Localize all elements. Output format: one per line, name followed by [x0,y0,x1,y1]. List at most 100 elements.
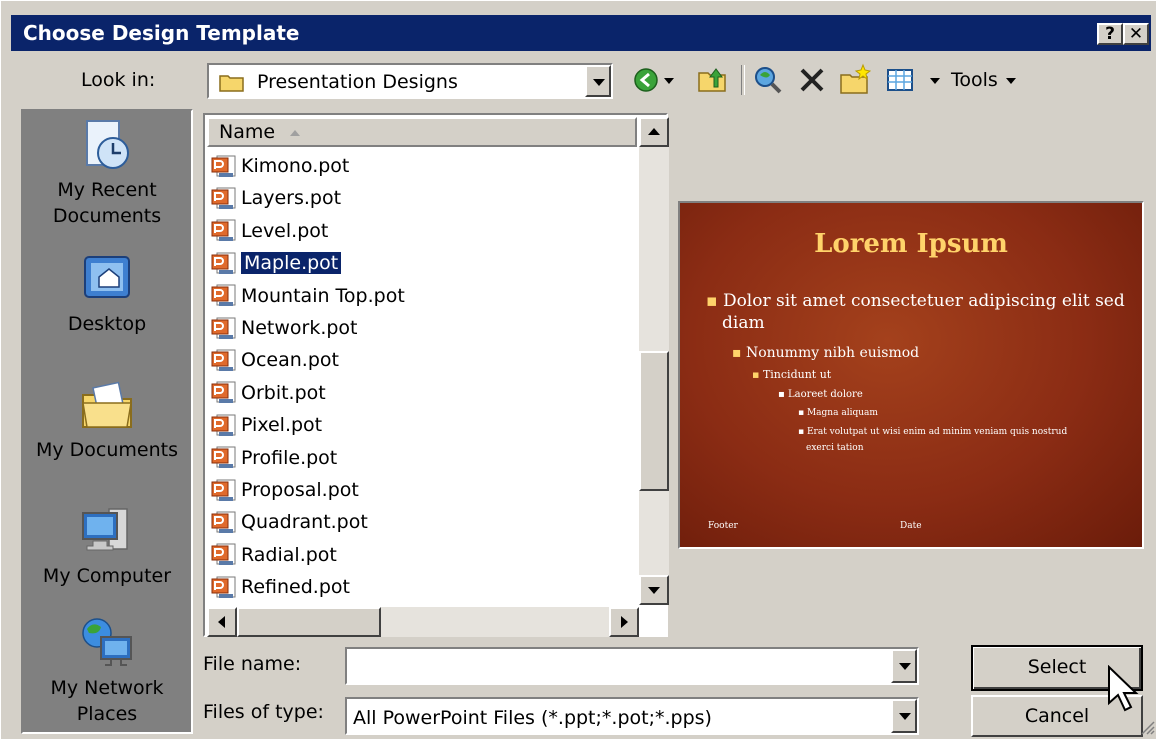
file-name: Network.pot [241,317,358,339]
preview-bullet-3: ▪ Tincidunt ut [752,368,832,381]
scroll-down-button[interactable] [639,575,669,605]
template-preview: Lorem Ipsum ▪ Dolor sit amet consectetue… [678,201,1144,549]
file-name-label: File name: [203,653,302,675]
file-name: Proposal.pot [241,479,359,501]
files-of-type-select[interactable]: All PowerPoint Files (*.ppt;*.pot;*.pps) [345,697,919,735]
powerpoint-template-icon [211,479,236,501]
desktop-icon [84,256,130,298]
powerpoint-template-icon [211,284,236,307]
resize-grip-icon[interactable] [1139,719,1155,735]
select-button-label: Select [1027,656,1087,678]
places-bar: My Recent Documents Desktop My Documents [21,109,193,734]
back-dropdown-icon[interactable] [663,77,675,85]
arrow-right-icon [621,616,628,628]
new-folder-icon[interactable] [839,63,871,95]
file-list-item[interactable]: Kimono.pot [211,151,349,181]
powerpoint-template-icon [211,349,236,371]
views-dropdown-icon[interactable] [929,77,941,85]
close-button[interactable]: ✕ [1123,23,1149,45]
scroll-thumb[interactable] [639,351,669,491]
recent-documents-icon [86,120,129,169]
place-my-documents[interactable]: My Documents [23,377,191,463]
preview-title: Lorem Ipsum [814,229,1008,259]
file-name: Level.pot [241,219,329,242]
preview-bullet-6-cont: exerci tation [806,443,864,453]
arrow-left-icon [218,616,225,628]
network-places-icon [82,618,132,666]
file-list-item[interactable]: Ocean.pot [211,345,339,375]
powerpoint-template-icon [211,511,236,533]
preview-bullet-1-cont: diam [722,313,765,333]
scroll-left-button[interactable] [207,607,237,637]
file-list-item[interactable]: Pixel.pot [211,410,322,440]
back-icon[interactable] [633,67,659,93]
file-name-dropdown-button[interactable] [891,649,917,683]
look-in-dropdown-button[interactable] [585,65,611,97]
file-name: Quadrant.pot [241,511,368,534]
file-list-item[interactable]: Radial.pot [211,540,337,570]
file-name: Profile.pot [241,446,338,469]
my-documents-icon [82,381,132,428]
files-of-type-value: All PowerPoint Files (*.ppt;*.pot;*.pps) [353,707,712,729]
powerpoint-template-icon [211,252,236,274]
arrow-down-icon [648,587,660,594]
help-icon: ? [1105,24,1115,44]
file-list-item[interactable]: Layers.pot [211,183,341,213]
files-of-type-label: Files of type: [203,701,324,723]
dialog-title: Choose Design Template [23,21,300,45]
toolbar-separator [741,65,745,95]
look-in-label: Look in: [81,69,156,91]
file-list-item[interactable]: Orbit.pot [211,378,326,408]
file-list[interactable]: Name Kimono.pot Layers.pot Level.pot Maple.… [203,113,669,637]
file-list-item[interactable]: Refined.pot [211,572,350,602]
scroll-up-button[interactable] [639,117,669,147]
powerpoint-template-icon [211,381,236,404]
horizontal-scrollbar[interactable] [207,607,639,637]
file-list-item[interactable]: Proposal.pot [211,475,359,505]
vertical-scrollbar[interactable] [639,117,669,605]
powerpoint-template-icon [211,219,236,242]
up-one-level-icon[interactable] [697,65,727,93]
preview-bullet-5: ▪ Magna aliquam [798,408,878,418]
powerpoint-template-icon [211,543,236,566]
views-icon[interactable] [887,69,913,91]
files-of-type-dropdown-button[interactable] [891,699,917,733]
file-name: Pixel.pot [241,414,323,437]
place-desktop[interactable]: Desktop [23,251,191,337]
powerpoint-template-icon [211,155,236,177]
place-my-network-places[interactable]: My Network Places [23,615,191,727]
preview-footer-left: Footer [708,521,738,531]
arrow-up-icon [648,128,660,135]
file-list-item[interactable]: Quadrant.pot [211,507,368,537]
preview-bullet-6: ▪ Erat volutpat ut wisi enim ad minim ve… [798,427,1068,437]
column-header-name[interactable]: Name [207,117,637,147]
file-list-item[interactable]: Profile.pot [211,443,337,473]
look-in-combo[interactable]: Presentation Designs [207,63,613,99]
file-rows: Kimono.pot Layers.pot Level.pot Maple.pot Mo… [211,151,639,605]
tools-dropdown-icon[interactable] [1005,77,1017,85]
file-name: Orbit.pot [241,381,326,404]
file-list-item[interactable]: Network.pot [211,313,358,343]
file-name: Maple.pot [239,251,343,276]
preview-footer-date: Date [900,521,922,531]
powerpoint-template-icon [211,414,236,436]
file-name: Ocean.pot [241,349,339,372]
tools-menu[interactable]: Tools [951,69,998,91]
delete-icon[interactable] [799,67,825,93]
place-label: Desktop [67,313,147,335]
scroll-right-button[interactable] [609,607,639,637]
file-list-item[interactable]: Level.pot [211,216,328,246]
look-in-value: Presentation Designs [257,71,458,93]
powerpoint-template-icon [211,187,236,209]
hscroll-thumb[interactable] [237,607,381,637]
title-bar[interactable]: Choose Design Template ? ✕ [11,15,1151,51]
powerpoint-template-icon [211,317,236,339]
search-web-icon[interactable] [753,65,783,95]
file-list-item[interactable]: Maple.pot [211,248,343,278]
place-my-recent-documents[interactable]: My Recent Documents [23,117,191,229]
help-button[interactable]: ? [1097,23,1123,45]
file-list-item[interactable]: Mountain Top.pot [211,281,405,311]
place-my-computer[interactable]: My Computer [23,503,191,589]
file-name-field[interactable] [345,647,919,685]
place-label: My Documents [35,439,178,461]
